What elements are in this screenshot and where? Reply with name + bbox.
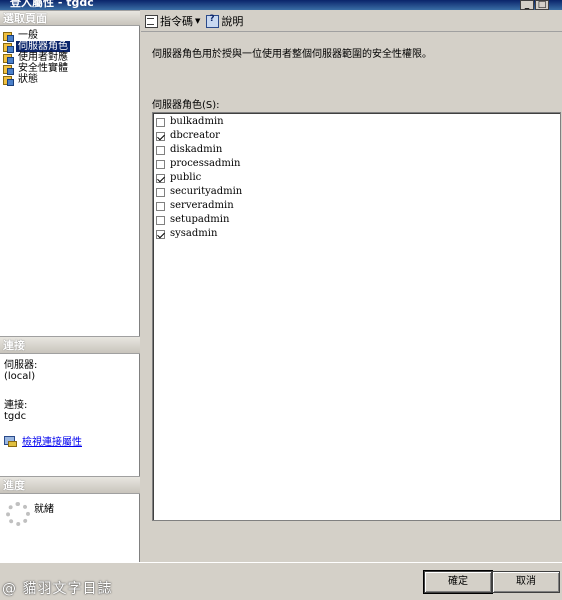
page-icon	[2, 53, 14, 64]
page-icon	[2, 75, 14, 86]
role-checkbox[interactable]	[156, 131, 165, 141]
connection-properties-icon	[4, 435, 17, 447]
role-label: serveradmin	[170, 200, 234, 211]
role-checkbox[interactable]	[156, 201, 165, 211]
page-item-general[interactable]: 一般	[2, 30, 138, 42]
server-label: 伺服器:	[4, 360, 38, 371]
page-item-label: 狀態	[18, 74, 38, 85]
page-item-server-roles[interactable]: 伺服器角色	[2, 41, 138, 53]
server-value: (local)	[4, 371, 36, 382]
view-connection-properties-link[interactable]: 檢視連接屬性	[4, 433, 82, 448]
window-title: 登入屬性 - tgdc	[10, 0, 94, 9]
server-roles-label: 伺服器角色(S):	[152, 100, 220, 111]
role-item-bulkadmin[interactable]: bulkadmin	[153, 115, 560, 129]
role-label: securityadmin	[170, 186, 243, 197]
progress-spinner-icon	[6, 502, 30, 526]
progress-header: 進度	[0, 476, 140, 494]
script-label: 指令碼	[160, 14, 193, 28]
role-checkbox[interactable]	[156, 159, 165, 169]
page-icon	[2, 42, 14, 53]
minimize-button[interactable]: _	[520, 0, 534, 10]
page-item-label: 使用者對應	[18, 52, 68, 63]
page-description: 伺服器角色用於授與一位使用者整個伺服器範圍的安全性權限。	[152, 49, 432, 60]
role-label: processadmin	[170, 158, 241, 169]
help-button[interactable]: 說明	[206, 13, 243, 29]
role-checkbox[interactable]	[156, 229, 165, 239]
role-item-securityadmin[interactable]: securityadmin	[153, 185, 560, 199]
role-label: sysadmin	[170, 228, 218, 239]
role-label: setupadmin	[170, 214, 230, 225]
view-connection-properties-label: 檢視連接屬性	[22, 437, 82, 448]
chevron-down-icon[interactable]: ▼	[195, 17, 200, 25]
role-item-dbcreator[interactable]: dbcreator	[153, 129, 560, 143]
page-icon	[2, 31, 14, 42]
connection-value: tgdc	[4, 411, 27, 422]
role-checkbox[interactable]	[156, 117, 165, 127]
select-page-header: 選取頁面	[0, 10, 140, 26]
role-checkbox[interactable]	[156, 187, 165, 197]
ok-button[interactable]: 確定	[423, 570, 493, 594]
page-item-user-mapping[interactable]: 使用者對應	[2, 52, 138, 64]
connection-label: 連接:	[4, 400, 28, 411]
progress-area: 就緒	[4, 500, 136, 530]
role-label: public	[170, 172, 202, 183]
role-item-public[interactable]: public	[153, 171, 560, 185]
role-item-setupadmin[interactable]: setupadmin	[153, 213, 560, 227]
role-checkbox[interactable]	[156, 173, 165, 183]
role-checkbox[interactable]	[156, 145, 165, 155]
role-item-serveradmin[interactable]: serveradmin	[153, 199, 560, 213]
role-label: bulkadmin	[170, 116, 224, 127]
page-item-label: 一般	[18, 30, 38, 41]
role-item-diskadmin[interactable]: diskadmin	[153, 143, 560, 157]
page-item-label: 伺服器角色	[16, 41, 70, 52]
script-button[interactable]: 指令碼 ▼	[145, 13, 200, 29]
left-pane: 選取頁面 一般 伺服器角色 使用者對應 安全性實體 狀態 連接 伺服器: (lo…	[0, 10, 140, 572]
page-icon	[2, 64, 14, 75]
help-label: 說明	[221, 14, 244, 28]
server-roles-list[interactable]: bulkadmin dbcreator diskadmin processadm…	[152, 112, 561, 521]
role-label: dbcreator	[170, 130, 220, 141]
maximize-button[interactable]: □	[535, 0, 549, 10]
page-item-status[interactable]: 狀態	[2, 74, 138, 86]
role-item-sysadmin[interactable]: sysadmin	[153, 227, 560, 241]
cancel-button[interactable]: 取消	[492, 571, 560, 593]
connection-info: 伺服器: (local) 連接: tgdc	[4, 360, 136, 440]
progress-status: 就緒	[34, 504, 54, 515]
watermark-text: @ 貓羽文字日誌	[2, 581, 113, 597]
script-icon	[145, 14, 158, 28]
role-checkbox[interactable]	[156, 215, 165, 225]
toolbar: 指令碼 ▼ 說明	[141, 10, 562, 32]
help-icon	[206, 14, 220, 28]
connection-header: 連接	[0, 336, 140, 354]
role-label: diskadmin	[170, 144, 223, 155]
window-title-bar: 登入屬性 - tgdc _ □	[0, 0, 562, 10]
page-item-label: 安全性實體	[18, 63, 68, 74]
page-tree: 一般 伺服器角色 使用者對應 安全性實體 狀態	[2, 30, 138, 86]
page-item-securables[interactable]: 安全性實體	[2, 63, 138, 75]
main-content: 伺服器角色用於授與一位使用者整個伺服器範圍的安全性權限。 伺服器角色(S): b…	[141, 33, 562, 562]
role-item-processadmin[interactable]: processadmin	[153, 157, 560, 171]
